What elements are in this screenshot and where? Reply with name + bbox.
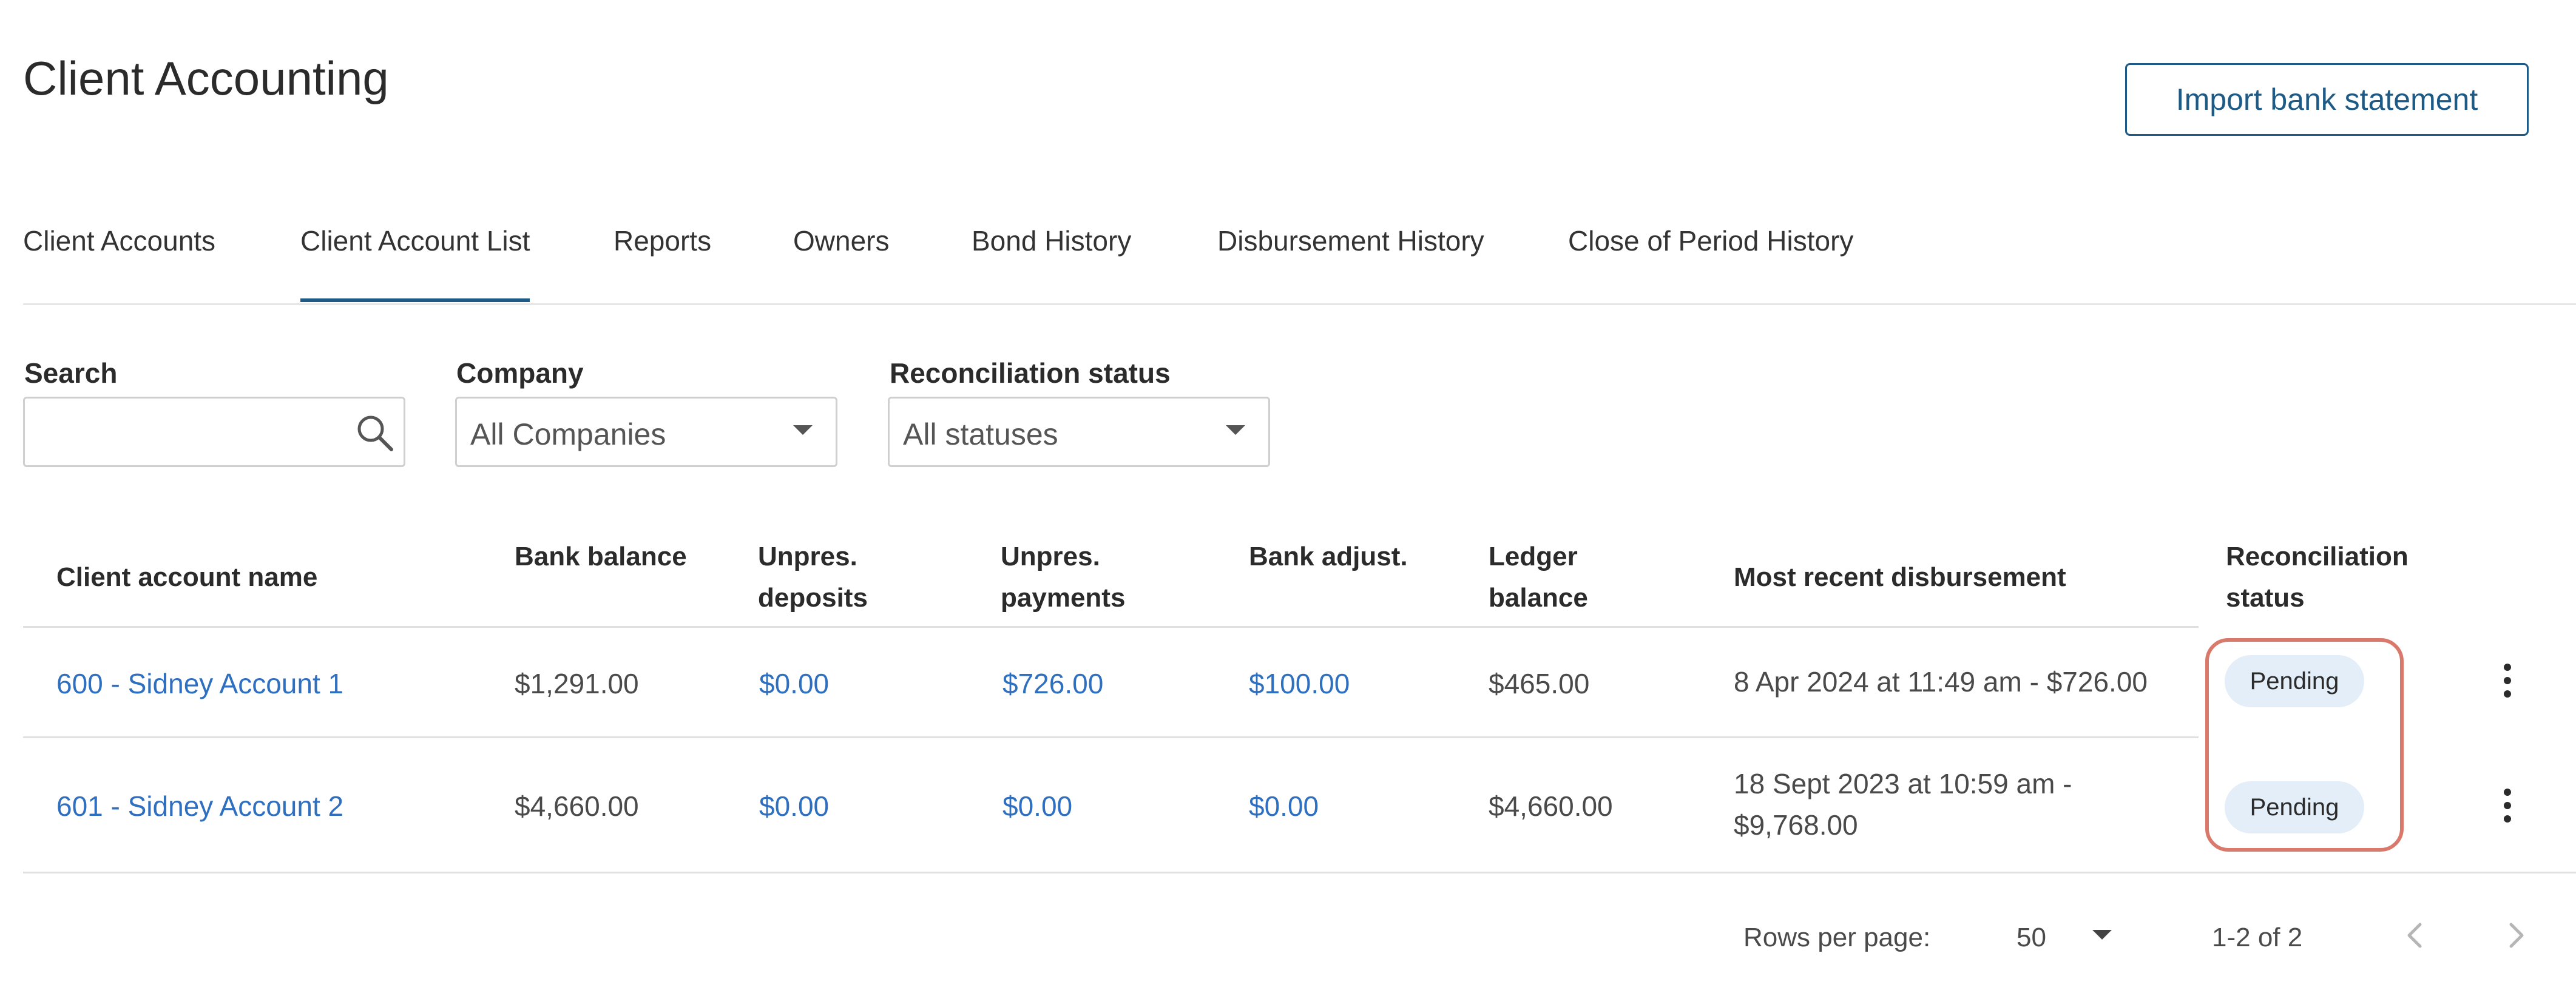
reconciliation-status-label: Reconciliation status xyxy=(890,357,1171,389)
unpres-payments-link[interactable]: $0.00 xyxy=(1002,790,1072,823)
column-header-unpres-deposits[interactable]: Unpres. deposits xyxy=(758,536,868,619)
tab-owners[interactable]: Owners xyxy=(793,224,889,257)
bank-balance-cell: $4,660.00 xyxy=(515,790,639,822)
column-header-ledger-balance[interactable]: Ledger balance xyxy=(1489,536,1588,619)
recent-disbursement-cell: 8 Apr 2024 at 11:49 am - $726.00 xyxy=(1734,666,2148,698)
tabs-divider xyxy=(23,303,2576,305)
chevron-down-icon xyxy=(1226,425,1245,435)
rows-per-page-label: Rows per page: xyxy=(1743,923,1931,952)
tab-close-of-period-history[interactable]: Close of Period History xyxy=(1568,224,1853,257)
column-header-bank-adjust[interactable]: Bank adjust. xyxy=(1249,536,1408,577)
pagination-range: 1-2 of 2 xyxy=(2212,923,2303,952)
bank-balance-cell: $1,291.00 xyxy=(515,668,639,699)
search-input[interactable] xyxy=(33,407,321,457)
chevron-down-icon xyxy=(793,425,813,435)
bank-adjust-link[interactable]: $0.00 xyxy=(1249,790,1319,823)
client-account-link[interactable]: 601 - Sidney Account 2 xyxy=(56,790,343,823)
unpres-payments-link[interactable]: $726.00 xyxy=(1002,667,1103,700)
bank-adjust-link[interactable]: $100.00 xyxy=(1249,667,1350,700)
company-label: Company xyxy=(456,357,584,389)
client-account-link[interactable]: 600 - Sidney Account 1 xyxy=(56,667,343,700)
tab-client-account-list[interactable]: Client Account List xyxy=(300,224,530,257)
column-header-unpres-payments[interactable]: Unpres. payments xyxy=(1001,536,1125,619)
column-header-most-recent-disbursement[interactable]: Most recent disbursement xyxy=(1734,557,2066,598)
tab-bond-history[interactable]: Bond History xyxy=(972,224,1131,257)
status-highlight-outline xyxy=(2205,638,2404,852)
search-label: Search xyxy=(24,357,118,389)
client-accounting-page: Client Accounting Import bank statement … xyxy=(0,0,2576,996)
company-select-value: All Companies xyxy=(470,417,666,451)
chevron-left-icon[interactable] xyxy=(2397,917,2433,954)
search-icon[interactable] xyxy=(354,412,396,454)
row-divider xyxy=(23,872,2576,873)
reconciliation-status-select-value: All statuses xyxy=(903,417,1058,451)
more-vertical-icon[interactable] xyxy=(2495,662,2520,699)
import-bank-statement-button[interactable]: Import bank statement xyxy=(2125,63,2529,136)
active-tab-indicator xyxy=(300,298,530,302)
recent-disbursement-cell: 18 Sept 2023 at 10:59 am - $9,768.00 xyxy=(1734,768,2072,841)
page-title: Client Accounting xyxy=(23,52,389,105)
column-header-client-account-name[interactable]: Client account name xyxy=(56,557,317,598)
column-header-bank-balance[interactable]: Bank balance xyxy=(515,536,687,577)
unpres-deposits-link[interactable]: $0.00 xyxy=(759,667,829,700)
company-select[interactable]: All Companies xyxy=(455,397,837,467)
ledger-balance-cell: $465.00 xyxy=(1489,668,1590,699)
ledger-balance-cell: $4,660.00 xyxy=(1489,790,1613,822)
search-field xyxy=(23,397,405,467)
table-header-divider xyxy=(23,626,2199,628)
row-divider xyxy=(23,736,2199,738)
unpres-deposits-link[interactable]: $0.00 xyxy=(759,790,829,823)
rows-per-page-select[interactable]: 50 xyxy=(2017,923,2046,953)
tab-disbursement-history[interactable]: Disbursement History xyxy=(1217,224,1484,257)
tab-client-accounts[interactable]: Client Accounts xyxy=(23,224,215,257)
reconciliation-status-select[interactable]: All statuses xyxy=(888,397,1270,467)
more-vertical-icon[interactable] xyxy=(2495,787,2520,824)
column-header-reconciliation-status[interactable]: Reconciliation status xyxy=(2226,536,2409,619)
chevron-right-icon[interactable] xyxy=(2498,917,2534,954)
tab-reports[interactable]: Reports xyxy=(614,224,711,257)
chevron-down-icon[interactable] xyxy=(2092,930,2112,940)
